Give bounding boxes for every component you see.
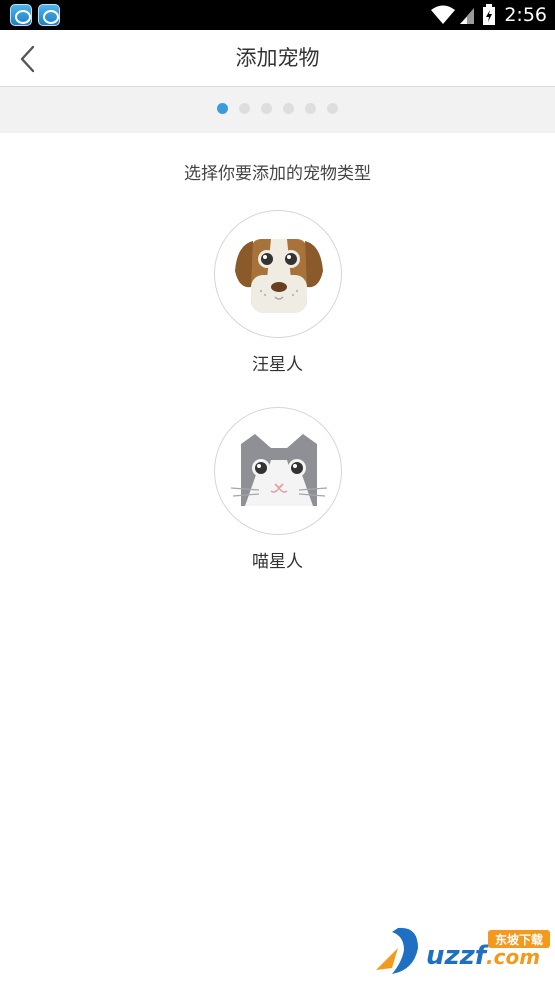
status-time: 2:56	[504, 4, 547, 26]
svg-text:uzzf: uzzf	[426, 941, 490, 971]
pet-option-dog[interactable]: 汪星人	[0, 210, 555, 375]
signal-icon	[460, 8, 475, 24]
app-notification-icon	[38, 4, 60, 26]
step-dot	[261, 103, 272, 114]
step-dot	[305, 103, 316, 114]
chevron-left-icon	[20, 45, 35, 73]
pet-option-cat[interactable]: 喵星人	[0, 407, 555, 572]
page-title: 添加宠物	[235, 46, 320, 70]
step-dot	[239, 103, 250, 114]
status-icons: 2:56	[430, 0, 555, 30]
battery-icon	[483, 4, 496, 25]
wifi-icon	[431, 5, 456, 24]
step-progress	[0, 87, 555, 133]
dog-avatar[interactable]	[213, 210, 342, 338]
status-bar: 2:56	[0, 0, 555, 30]
select-pet-prompt: 选择你要添加的宠物类型	[184, 164, 371, 184]
step-dot	[283, 103, 294, 114]
step-dot	[327, 103, 338, 114]
pet-label-cat: 喵星人	[252, 552, 303, 572]
title-bar: 添加宠物	[0, 30, 555, 87]
step-dots	[0, 103, 555, 114]
cat-avatar[interactable]	[213, 407, 342, 535]
cat-face-icon	[230, 434, 327, 506]
step-dot-active	[217, 103, 228, 114]
watermark-logo: uzzf .com 东坡下载	[368, 922, 553, 980]
svg-text:.com: .com	[486, 945, 540, 969]
svg-text:东坡下载: 东坡下载	[495, 932, 543, 947]
app-notification-icon	[10, 4, 32, 26]
pet-label-dog: 汪星人	[252, 355, 303, 375]
back-button[interactable]	[12, 42, 46, 76]
dog-face-icon	[234, 239, 323, 313]
